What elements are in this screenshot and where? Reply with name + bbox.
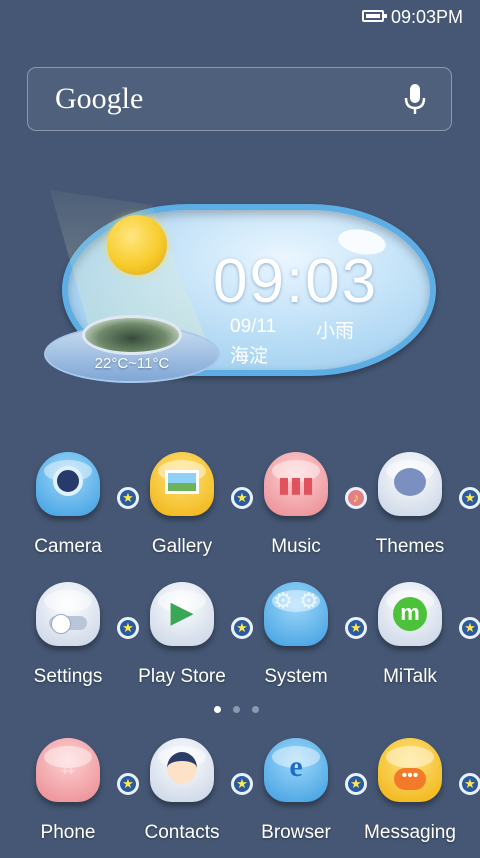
app-settings[interactable]: ★ Settings [9,582,139,702]
app-system[interactable]: ⚙ ⚙ ★ System [237,582,367,702]
google-search-bar[interactable]: Google [27,67,452,131]
gallery-icon: ★ [150,452,253,516]
page-dot-2[interactable] [233,706,240,713]
app-contacts[interactable]: ★ Contacts [123,738,253,858]
weather-clock-widget[interactable]: 22°C~11°C 09:03 09/11 小雨 海淀 [40,190,440,400]
clock-date: 09/11 [230,316,277,337]
app-music[interactable]: ▮▮▮ ♪ Music [237,452,367,572]
microphone-icon[interactable] [403,84,427,116]
weather-condition: 小雨 [316,321,355,342]
page-dot-1[interactable] [214,706,221,713]
page-dot-3[interactable] [252,706,259,713]
app-messaging[interactable]: ••• ★ Messaging [351,738,480,858]
app-themes[interactable]: ★ Themes [351,452,480,572]
app-mitalk[interactable]: m ★ MiTalk [351,582,480,702]
google-logo: Google [55,82,144,115]
phone-icon: ⌗ ★ [36,738,139,802]
battery-icon [362,10,387,22]
play-store-icon: ▶ ★ [150,582,253,646]
app-browser[interactable]: e ★ Browser [237,738,367,858]
app-phone[interactable]: ⌗ ★ Phone [9,738,139,858]
themes-icon: ★ [378,452,480,516]
music-icon: ▮▮▮ ♪ [264,452,367,516]
system-icon: ⚙ ⚙ ★ [264,582,367,646]
temperature-range: 22°C~11°C [94,355,170,372]
browser-icon: e ★ [264,738,367,802]
moon-weather-icon [107,215,167,275]
page-indicator[interactable] [214,700,271,718]
messaging-icon: ••• ★ [378,738,480,802]
clock-time: 09:03 [213,247,379,316]
mitalk-icon: m ★ [378,582,480,646]
weather-city: 海淀 [230,346,269,367]
status-bar: 09:03PM [0,0,480,36]
app-camera[interactable]: ★ Camera [9,452,139,572]
camera-icon: ★ [36,452,139,516]
settings-icon: ★ [36,582,139,646]
app-gallery[interactable]: ★ Gallery [123,452,253,572]
contacts-icon: ★ [150,738,253,802]
ufo-icon: 22°C~11°C [44,315,220,385]
star-badge-icon: ★ [459,773,480,795]
star-badge-icon: ★ [459,617,480,639]
star-badge-icon: ★ [459,487,480,509]
status-time: 09:03PM [391,7,464,27]
app-play-store[interactable]: ▶ ★ Play Store [123,582,253,702]
